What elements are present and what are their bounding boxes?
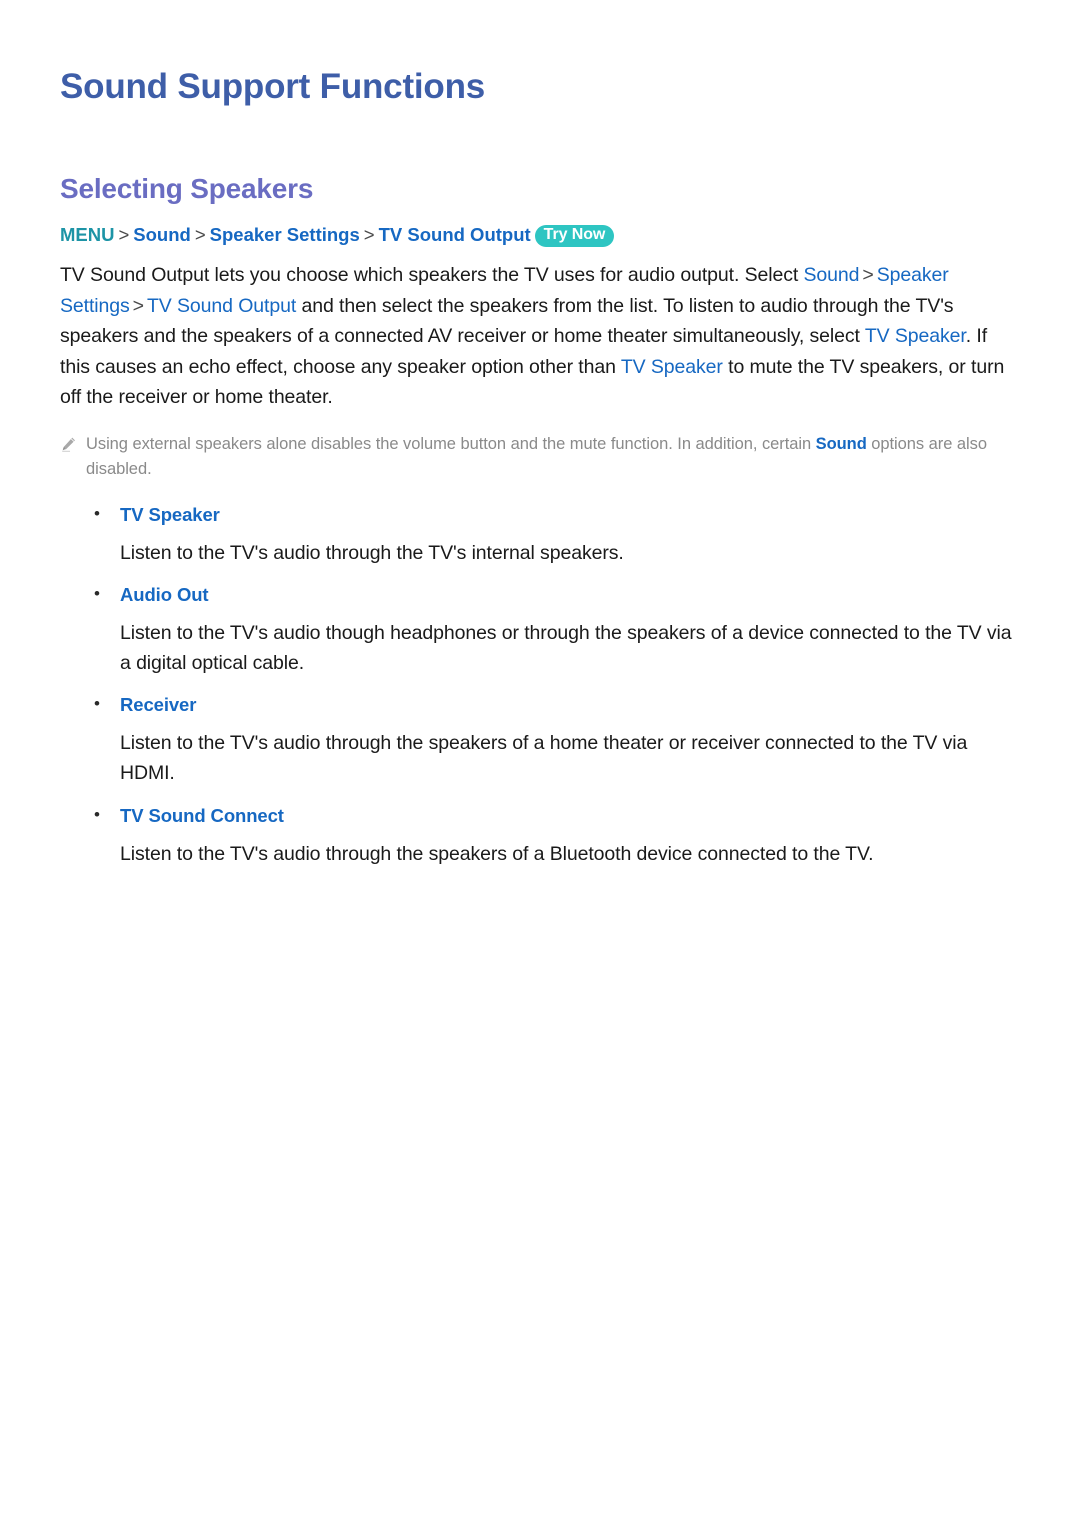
option-header: TV Speaker: [60, 504, 1020, 526]
note-text: Using external speakers alone disables t…: [86, 432, 1020, 482]
bullet-icon: [94, 505, 120, 522]
list-item: TV Sound Connect Listen to the TV's audi…: [60, 789, 1020, 869]
option-description-receiver: Listen to the TV's audio through the spe…: [120, 732, 968, 785]
note-text-part-1: Using external speakers alone disables t…: [86, 435, 816, 454]
bullet-icon: [94, 585, 120, 602]
pencil-icon: [60, 432, 86, 458]
document-page: Sound Support Functions Selecting Speake…: [0, 0, 1080, 1527]
option-label-audio-out[interactable]: Audio Out: [120, 584, 209, 606]
inline-link-tv-speaker-2[interactable]: TV Speaker: [621, 356, 723, 378]
note-block: Using external speakers alone disables t…: [60, 413, 1020, 482]
breadcrumb-item-tv-sound-output[interactable]: TV Sound Output: [379, 224, 531, 245]
page-title: Sound Support Functions: [60, 67, 486, 106]
option-header: Receiver: [60, 678, 1020, 716]
breadcrumb-separator: >: [194, 223, 206, 245]
try-now-badge[interactable]: Try Now: [534, 224, 615, 247]
option-label-tv-speaker[interactable]: TV Speaker: [120, 504, 220, 526]
paragraph-text-1: TV Sound Output lets you choose which sp…: [60, 263, 804, 286]
intro-paragraph: TV Sound Output lets you choose which sp…: [60, 249, 1020, 413]
breadcrumb-item-sound[interactable]: Sound: [133, 224, 191, 245]
inline-link-sound[interactable]: Sound: [804, 264, 860, 286]
breadcrumb-item-speaker-settings[interactable]: Speaker Settings: [210, 224, 360, 245]
inline-separator: >: [862, 263, 874, 286]
bullet-icon: [94, 806, 120, 823]
option-label-tv-sound-connect[interactable]: TV Sound Connect: [120, 805, 284, 827]
speaker-options-list: TV Speaker Listen to the TV's audio thro…: [60, 482, 1020, 869]
option-header: Audio Out: [60, 568, 1020, 606]
breadcrumb-menu[interactable]: MENU: [60, 224, 114, 245]
list-item: TV Speaker Listen to the TV's audio thro…: [60, 504, 1020, 568]
inline-separator: >: [132, 294, 144, 317]
section-title: Selecting Speakers: [60, 173, 314, 204]
bullet-icon: [94, 695, 120, 712]
inline-link-tv-speaker-1[interactable]: TV Speaker: [865, 325, 966, 347]
inline-link-tv-sound-output[interactable]: TV Sound Output: [147, 295, 296, 317]
option-description-tv-sound-connect: Listen to the TV's audio through the spe…: [120, 842, 874, 865]
option-header: TV Sound Connect: [60, 789, 1020, 827]
list-item: Audio Out Listen to the TV's audio thoug…: [60, 568, 1020, 678]
note-inline-link-sound[interactable]: Sound: [816, 435, 867, 453]
list-item: Receiver Listen to the TV's audio throug…: [60, 678, 1020, 788]
breadcrumb: MENU > Sound > Speaker Settings > TV Sound Out…: [60, 206, 1020, 249]
option-description-tv-speaker: Listen to the TV's audio through the TV'…: [120, 541, 624, 564]
breadcrumb-separator: >: [363, 223, 375, 245]
breadcrumb-separator: >: [118, 223, 130, 245]
option-label-receiver[interactable]: Receiver: [120, 694, 196, 716]
option-description-audio-out: Listen to the TV's audio though headphon…: [120, 621, 1012, 674]
